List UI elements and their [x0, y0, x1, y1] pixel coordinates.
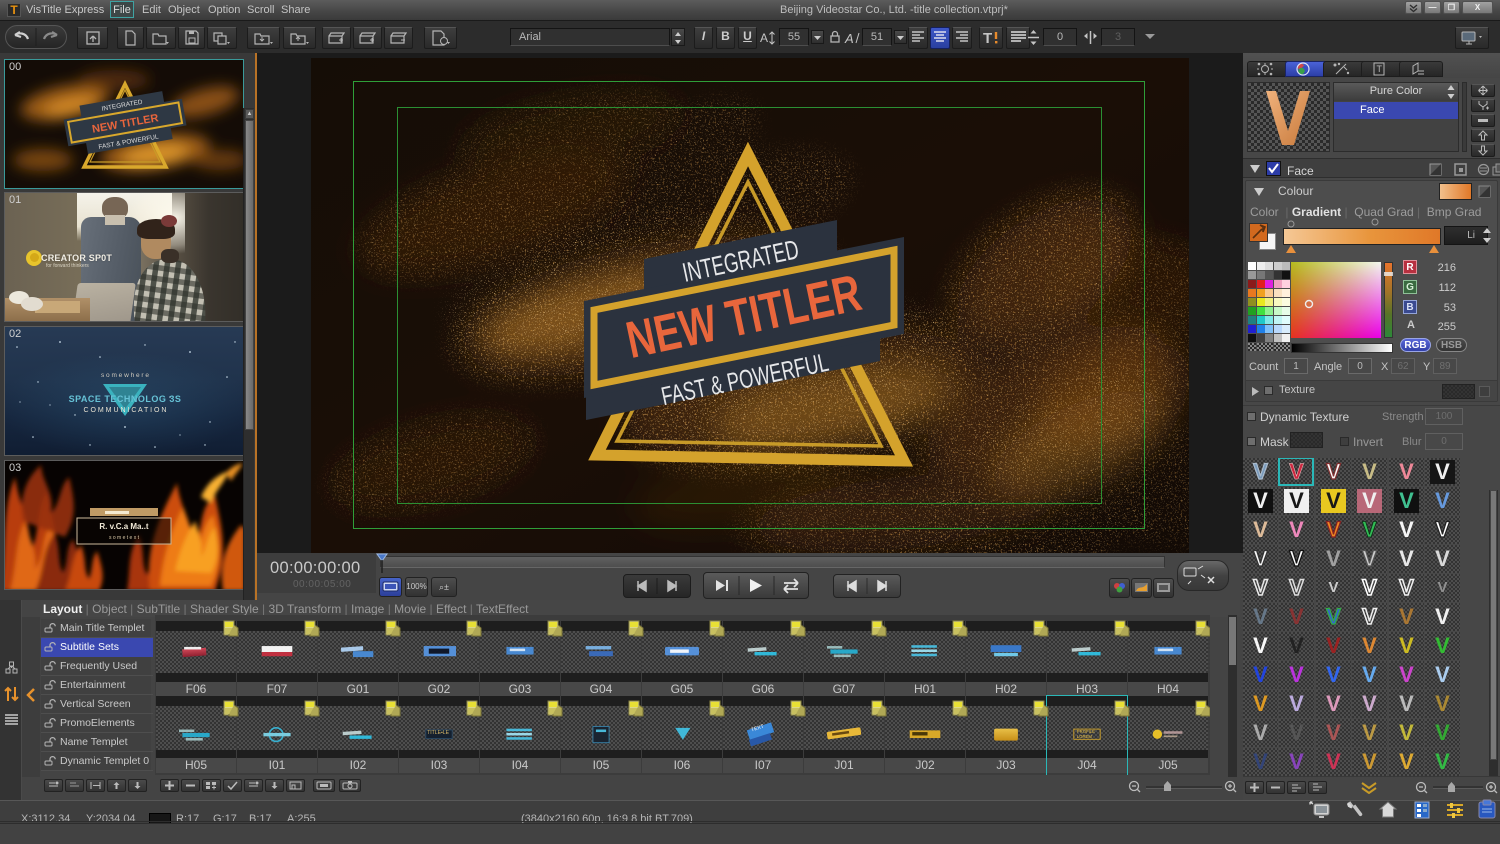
- svg-text:C O M M U N I C A T I O N: C O M M U N I C A T I O N: [84, 407, 167, 414]
- svg-text:s o m e w h e r e: s o m e w h e r e: [101, 372, 149, 379]
- svg-text:s o m e t e x t: s o m e t e x t: [109, 535, 140, 541]
- svg-text:A: A: [760, 31, 768, 45]
- svg-text:R. v.C.a Ma..t: R. v.C.a Ma..t: [99, 522, 149, 531]
- svg-text:A: A: [844, 31, 854, 46]
- svg-text:T: T: [983, 30, 992, 45]
- svg-text:T: T: [1377, 64, 1383, 74]
- svg-text:SPACE TECHNOLOG 3S: SPACE TECHNOLOG 3S: [69, 394, 182, 404]
